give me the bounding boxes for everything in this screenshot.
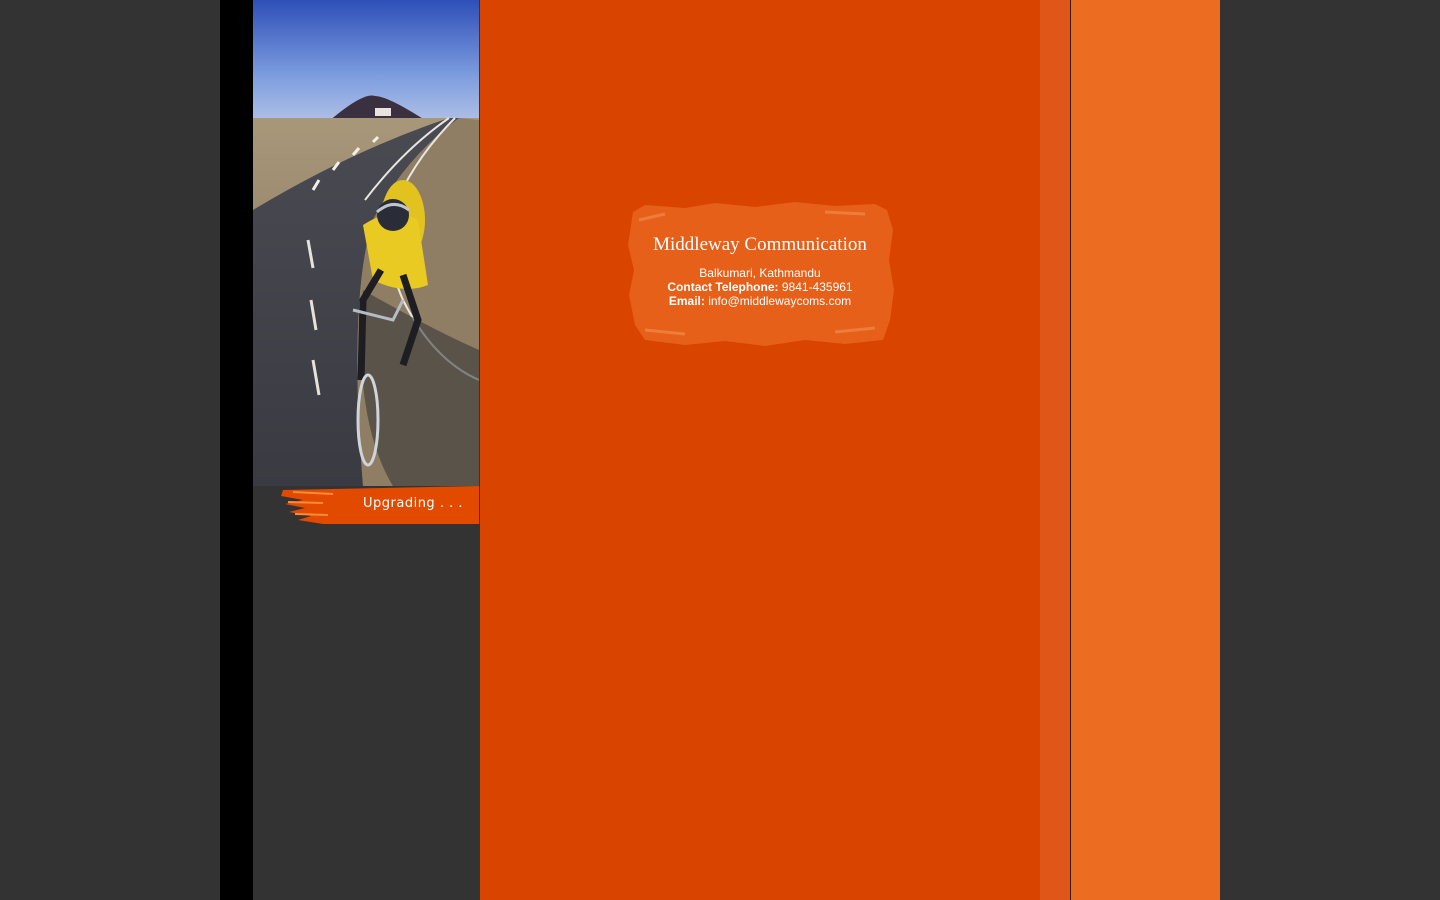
upgrading-banner: Upgrading . . . — [253, 486, 479, 524]
address-text: Balkumari, Kathmandu — [699, 266, 821, 280]
email-value[interactable]: info@middlewaycoms.com — [708, 294, 851, 308]
telephone-line: Contact Telephone: 9841-435961 — [625, 280, 895, 294]
cyclist-photo — [253, 0, 479, 486]
email-line: Email: info@middlewaycoms.com — [625, 294, 895, 308]
upgrading-label: Upgrading . . . — [363, 496, 463, 511]
contact-box: Middleway Communication Balkumari, Kathm… — [625, 200, 895, 348]
telephone-label: Contact Telephone: — [667, 280, 779, 294]
accent-strip — [1040, 0, 1070, 900]
left-column: Upgrading . . . — [253, 0, 479, 900]
telephone-value: 9841-435961 — [781, 280, 853, 294]
page: Upgrading . . . Middleway Communication … — [0, 0, 1440, 900]
email-label: Email: — [668, 294, 705, 308]
left-black-strip — [220, 0, 253, 900]
right-column — [1071, 0, 1220, 900]
main-content: Middleway Communication Balkumari, Kathm… — [480, 0, 1040, 900]
address-line: Balkumari, Kathmandu — [625, 266, 895, 280]
company-name: Middleway Communication — [653, 234, 867, 255]
contact-details: Middleway Communication Balkumari, Kathm… — [625, 234, 895, 308]
